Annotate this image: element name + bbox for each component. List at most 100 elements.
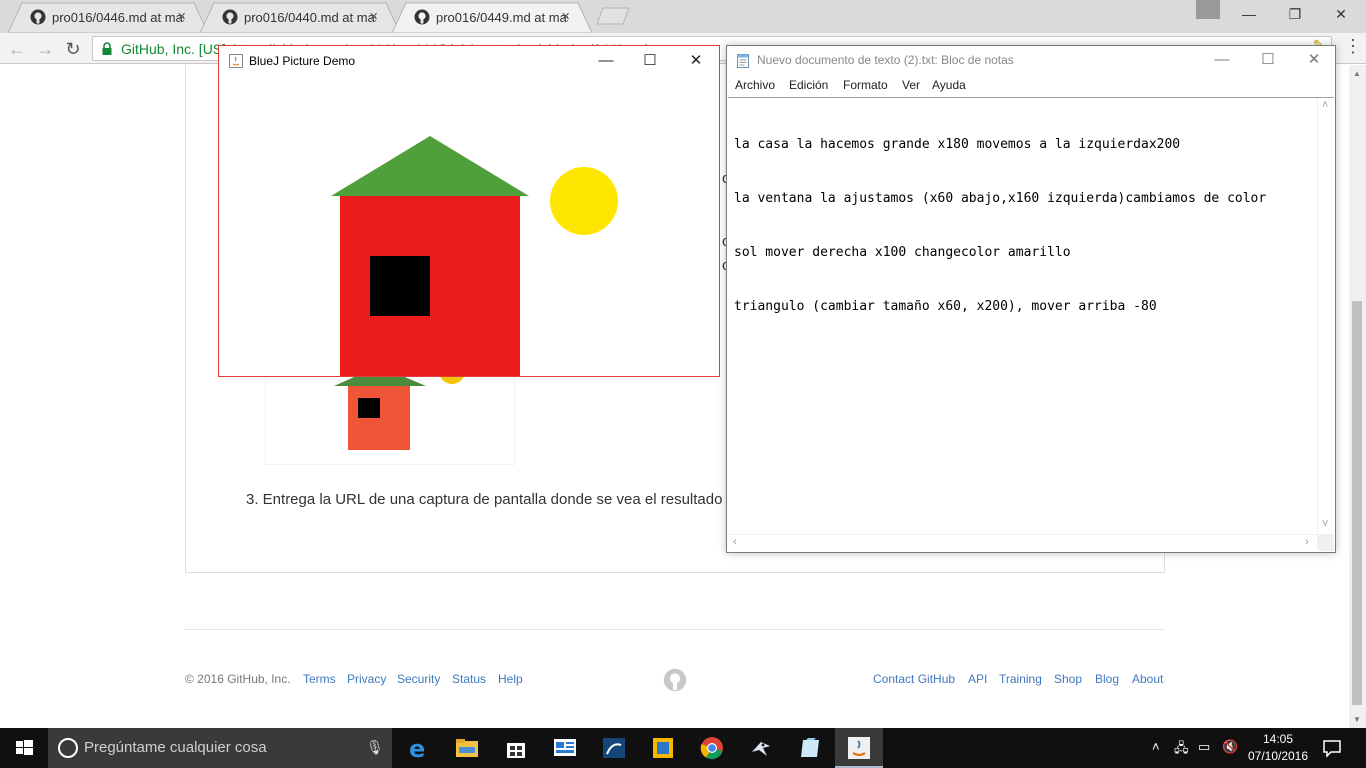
close-icon[interactable]: ×: [177, 9, 186, 25]
user-icon[interactable]: [1196, 0, 1220, 19]
minimize-icon[interactable]: —: [1199, 46, 1245, 74]
window-square: [370, 256, 430, 316]
scroll-down-icon[interactable]: ▼: [1353, 715, 1361, 724]
tab-title: pro016/0440.md at mast: [244, 10, 376, 25]
taskbar-sql[interactable]: [590, 728, 638, 768]
maximize-icon[interactable]: ☐: [1245, 46, 1291, 74]
footer-link-training[interactable]: Training: [999, 672, 1042, 686]
footer-link-terms[interactable]: Terms: [303, 672, 336, 686]
clock-date: 07/10/2016: [1247, 749, 1309, 763]
tab-0446[interactable]: pro016/0446.md at mast ×: [8, 2, 208, 33]
close-icon[interactable]: ×: [561, 9, 570, 25]
notepad-titlebar[interactable]: Nuevo documento de texto (2).txt: Bloc d…: [727, 46, 1335, 76]
footer-link-contact[interactable]: Contact GitHub: [873, 672, 955, 686]
sun-circle: [550, 167, 618, 235]
scroll-thumb[interactable]: [1352, 301, 1362, 705]
page-scrollbar[interactable]: ▲ ▼: [1349, 65, 1366, 728]
restore-icon[interactable]: ❐: [1272, 2, 1318, 26]
new-tab-button[interactable]: [596, 7, 630, 25]
tab-0449[interactable]: pro016/0449.md at mast ×: [392, 2, 592, 33]
footer-link-api[interactable]: API: [968, 672, 987, 686]
close-icon[interactable]: ✕: [1318, 2, 1364, 26]
menu-archivo[interactable]: Archivo: [735, 78, 775, 92]
taskbar-chrome[interactable]: [688, 728, 736, 768]
scroll-up-icon[interactable]: ˄: [1322, 99, 1328, 111]
notepad-window[interactable]: Nuevo documento de texto (2).txt: Bloc d…: [726, 45, 1336, 553]
scroll-right-icon[interactable]: ›: [1305, 536, 1309, 548]
footer-link-about[interactable]: About: [1132, 672, 1163, 686]
close-icon[interactable]: ×: [369, 9, 378, 25]
scroll-up-icon[interactable]: ▲: [1353, 69, 1361, 78]
resize-grip-icon[interactable]: [1317, 534, 1334, 551]
taskbar-bluej[interactable]: [737, 728, 785, 768]
footer: © 2016 GitHub, Inc. Terms Privacy Securi…: [185, 668, 1165, 692]
scroll-left-icon[interactable]: ‹: [733, 536, 737, 548]
footer-link-status[interactable]: Status: [452, 672, 486, 686]
bluej-window[interactable]: BlueJ Picture Demo — ☐ ✕: [218, 45, 720, 377]
footer-link-security[interactable]: Security: [397, 672, 440, 686]
taskbar-app2[interactable]: [639, 728, 687, 768]
github-logo-icon[interactable]: [663, 668, 687, 692]
chevron-up-icon[interactable]: ˄: [1152, 739, 1160, 754]
tab-title: pro016/0446.md at mast: [52, 10, 184, 25]
clock[interactable]: 14:05 07/10/2016: [1236, 731, 1320, 765]
footer-link-help[interactable]: Help: [498, 672, 523, 686]
minimize-icon[interactable]: —: [583, 48, 629, 74]
copyright: © 2016 GitHub, Inc.: [185, 672, 291, 686]
notepad-icon: [737, 54, 749, 68]
taskbar-edge[interactable]: e: [394, 728, 442, 768]
chrome-icon: [700, 737, 723, 760]
windows-icon: [16, 740, 33, 755]
battery-icon[interactable]: ▭: [1198, 739, 1210, 755]
reload-icon[interactable]: ↻: [62, 38, 84, 60]
close-icon[interactable]: ✕: [1291, 46, 1337, 74]
network-icon[interactable]: 🖧: [1174, 739, 1189, 761]
menu-edicion[interactable]: Edición: [789, 78, 828, 92]
footer-divider: [185, 629, 1165, 630]
github-icon: [30, 9, 46, 25]
back-icon[interactable]: ←: [6, 38, 28, 60]
svg-text:e: e: [409, 736, 425, 760]
menu-ayuda[interactable]: Ayuda: [932, 78, 966, 92]
menu-formato[interactable]: Formato: [843, 78, 888, 92]
taskbar-explorer[interactable]: [443, 728, 491, 768]
notepad-title: Nuevo documento de texto (2).txt: Bloc d…: [757, 53, 1014, 67]
text-line: la casa la hacemos grande x180 movemos a…: [734, 137, 1181, 152]
taskbar-app[interactable]: [541, 728, 589, 768]
footer-link-privacy[interactable]: Privacy: [347, 672, 386, 686]
taskbar-store[interactable]: [492, 728, 540, 768]
bluej-canvas: [219, 76, 719, 376]
scroll-down-icon[interactable]: ˅: [1322, 518, 1328, 530]
microphone-icon[interactable]: 🎙: [366, 739, 384, 756]
footer-link-blog[interactable]: Blog: [1095, 672, 1119, 686]
close-icon[interactable]: ✕: [673, 48, 719, 74]
app-icon: [653, 738, 673, 758]
notepad-horizontal-scrollbar[interactable]: ‹ ›: [728, 534, 1317, 551]
lock-icon: [102, 42, 112, 55]
java-icon: [229, 54, 243, 68]
text-line: la ventana la ajustamos (x60 abajo,x160 …: [734, 191, 1267, 206]
github-icon: [414, 9, 430, 25]
notepad-menubar: Archivo Edición Formato Ver Ayuda: [727, 76, 1335, 96]
tab-title: pro016/0449.md at mast: [436, 10, 568, 25]
taskbar-java[interactable]: [835, 728, 883, 768]
start-button[interactable]: [0, 728, 48, 768]
cortana-icon: [58, 738, 78, 758]
notepad-vertical-scrollbar[interactable]: ˄ ˅: [1317, 98, 1334, 535]
tab-0440[interactable]: pro016/0440.md at mast ×: [200, 2, 400, 33]
maximize-icon[interactable]: ☐: [627, 48, 673, 74]
footer-link-shop[interactable]: Shop: [1054, 672, 1082, 686]
bluej-titlebar[interactable]: BlueJ Picture Demo — ☐ ✕: [219, 46, 719, 76]
step-3-text: 3. Entrega la URL de una captura de pant…: [246, 491, 723, 508]
minimize-icon[interactable]: —: [1226, 2, 1272, 26]
notification-icon[interactable]: [1322, 738, 1342, 758]
forward-icon[interactable]: →: [34, 38, 56, 60]
notepad-editor: la casa la hacemos grande x180 movemos a…: [728, 97, 1334, 551]
menu-ver[interactable]: Ver: [902, 78, 920, 92]
cortana-search[interactable]: Pregúntame cualquier cosa 🎙: [48, 728, 392, 768]
taskbar-notepad[interactable]: [786, 728, 834, 768]
notepad-text-area[interactable]: la casa la hacemos grande x180 movemos a…: [734, 100, 1318, 532]
github-icon: [222, 9, 238, 25]
secure-label: GitHub, Inc. [US]: [121, 41, 227, 57]
menu-icon[interactable]: ⋮: [1344, 37, 1362, 55]
